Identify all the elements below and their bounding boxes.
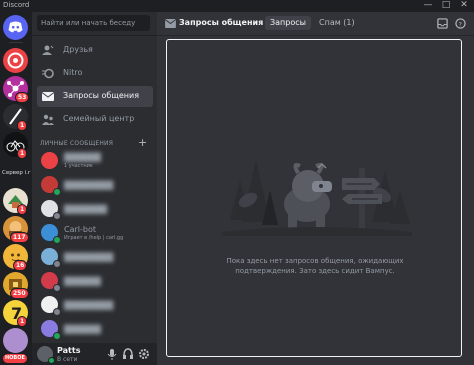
online-status-indicator <box>53 332 61 340</box>
server-new-badge: НОВОЕ <box>2 353 28 364</box>
dm-sidebar: Найти или начать беседу Друзья Nitro Зап… <box>32 12 157 365</box>
tab-requests[interactable]: Запросы <box>265 16 311 30</box>
dm-subtext: 1 участник <box>64 163 93 169</box>
dm-item[interactable]: ███████ <box>37 198 153 220</box>
dm-name: ████████ <box>64 253 114 262</box>
offline-status-indicator <box>53 212 61 220</box>
page-title: Запросы общения <box>179 18 264 27</box>
dm-item[interactable]: ████████ <box>37 246 153 268</box>
offline-status-indicator <box>53 284 61 292</box>
app-name: Discord <box>3 1 30 9</box>
create-dm-button[interactable]: + <box>138 136 147 149</box>
nav-label: Семейный центр <box>63 114 135 123</box>
dm-item[interactable]: ██████ <box>37 270 153 292</box>
avatar <box>41 152 58 169</box>
dm-item[interactable]: ████████ <box>37 174 153 196</box>
dm-item[interactable]: ██████ 1 участник <box>37 150 153 172</box>
discord-home-button[interactable] <box>3 15 28 40</box>
nav-item-friends[interactable]: Друзья <box>37 40 153 61</box>
dm-subtext: Играет в /help | carl.gg <box>64 235 124 241</box>
server-badge: 1 <box>17 204 28 215</box>
nav-label: Запросы общения <box>63 91 140 100</box>
dm-name: Carl-bot <box>64 225 96 234</box>
gear-icon[interactable] <box>138 348 150 360</box>
dm-name: ██████ <box>64 325 101 334</box>
headphones-icon[interactable] <box>122 348 134 360</box>
main-header: Запросы общения Запросы Спам (1) ? <box>157 12 474 36</box>
help-icon[interactable]: ? <box>455 18 466 29</box>
server-badge: 1 <box>17 148 28 159</box>
dm-name: ████████ <box>64 301 114 310</box>
envelope-icon <box>42 92 54 101</box>
maximize-button[interactable]: □ <box>438 0 454 11</box>
microphone-icon[interactable] <box>106 348 118 360</box>
user-status: В сети <box>57 356 78 363</box>
server-badge: 250 <box>10 288 29 299</box>
server-badge: 16 <box>13 260 28 271</box>
dm-item[interactable]: ██████ <box>37 318 153 340</box>
online-status-indicator <box>48 357 55 364</box>
minimize-button[interactable]: — <box>420 0 436 11</box>
server-icon-10[interactable] <box>3 328 28 353</box>
rail-divider <box>9 42 23 43</box>
user-panel: Patts В сети <box>32 343 157 365</box>
server-badge: 53 <box>15 92 30 103</box>
nav-item-family-center[interactable]: Семейный центр <box>37 109 153 130</box>
dm-item-carl-bot[interactable]: Carl-bot Играет в /help | carl.gg <box>37 222 153 244</box>
discord-logo-icon <box>8 21 23 33</box>
server-emblem-icon <box>7 52 24 69</box>
server-badge: 117 <box>10 232 29 243</box>
search-input[interactable]: Найти или начать беседу <box>37 15 150 31</box>
server-rail: 53 1 1 Сервер і.г 1 117 16 250 7 1 НОВОЕ <box>0 12 32 365</box>
friends-icon <box>42 45 54 55</box>
offline-status-indicator <box>53 260 61 268</box>
dm-item[interactable]: ████████ <box>37 294 153 316</box>
user-name: Patts <box>57 346 81 355</box>
online-status-indicator <box>53 236 61 244</box>
empty-state-message: Пока здесь нет запросов общения, ожидающ… <box>226 257 404 275</box>
server-badge: 1 <box>17 120 28 131</box>
close-button[interactable]: ✕ <box>456 0 472 11</box>
nav-item-message-requests[interactable]: Запросы общения <box>37 86 153 107</box>
server-badge: 1 <box>17 316 28 327</box>
svg-text:?: ? <box>458 20 461 28</box>
nav-label: Nitro <box>63 68 83 77</box>
server-icon-1[interactable] <box>3 48 28 73</box>
online-status-indicator <box>53 188 61 196</box>
message-requests-panel: Пока здесь нет запросов общения, ожидающ… <box>166 39 462 357</box>
dm-name: ██████ <box>64 277 101 286</box>
nav-item-nitro[interactable]: Nitro <box>37 63 153 84</box>
tab-spam[interactable]: Спам (1) <box>314 16 360 30</box>
wumpus-illustration <box>222 160 412 236</box>
sidebar-divider <box>32 35 157 36</box>
main-panel: Запросы общения Запросы Спам (1) ? Пока … <box>157 12 474 365</box>
dm-name: ████████ <box>64 181 114 190</box>
nav-label: Друзья <box>63 45 93 54</box>
title-bar: Discord — □ ✕ <box>0 0 474 12</box>
envelope-icon <box>165 19 176 28</box>
dm-header: ЛИЧНЫЕ СООБЩЕНИЯ <box>40 140 114 147</box>
offline-status-indicator <box>53 308 61 316</box>
nitro-icon <box>42 68 54 79</box>
family-center-icon <box>42 114 54 125</box>
server-folder-label[interactable]: Сервер і.г <box>2 170 31 176</box>
dm-name: ███████ <box>64 205 108 214</box>
inbox-icon[interactable] <box>437 18 448 29</box>
dm-name: ██████ <box>64 153 101 162</box>
